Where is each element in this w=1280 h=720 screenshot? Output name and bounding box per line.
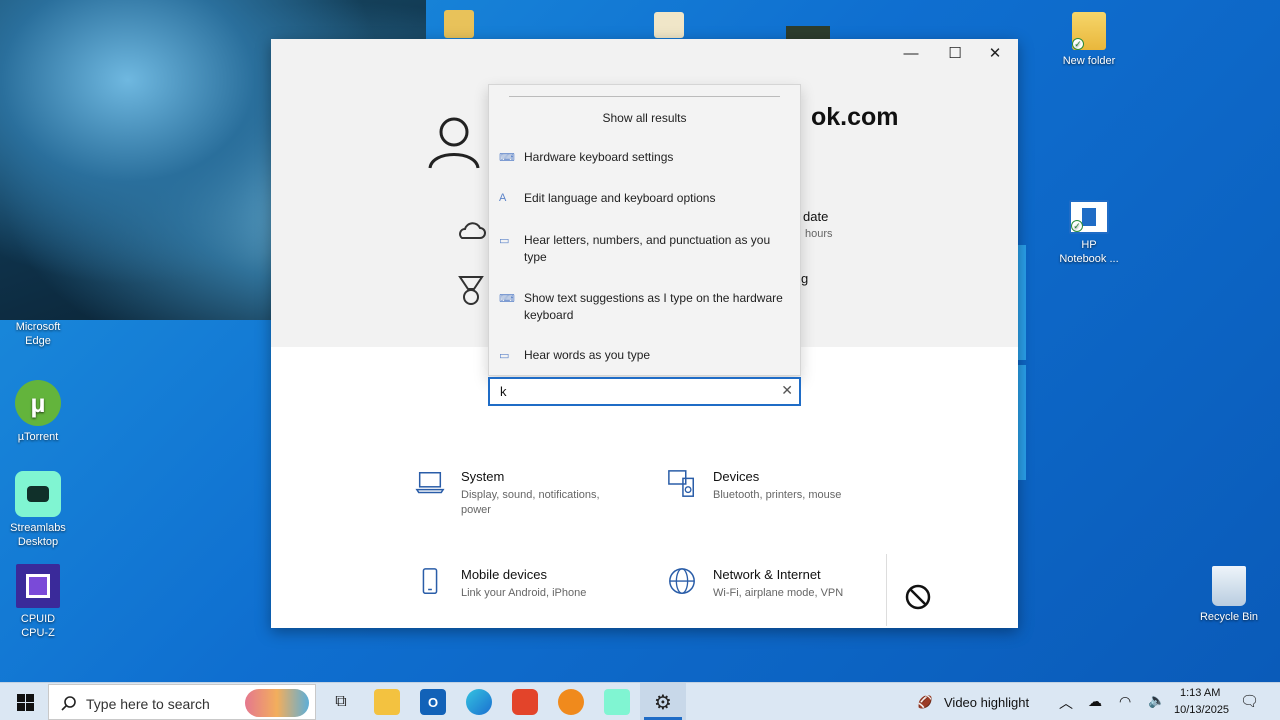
onedrive-tray-icon[interactable]: ☁ [1088, 693, 1102, 710]
folder-icon: ✓ [1072, 12, 1106, 50]
desktop-icon-label: HP Notebook ... [1059, 239, 1119, 265]
show-all-results-link[interactable]: Show all results [489, 111, 800, 125]
partial-text: g [801, 271, 809, 286]
category-name: Network & Internet [713, 567, 821, 582]
desktop-icon-recycle-bin[interactable]: Recycle Bin [1191, 566, 1267, 624]
wifi-icon[interactable]: ◠ [1119, 693, 1131, 710]
keyboard-icon: ⌨ [499, 152, 515, 164]
narrator-icon: ▭ [499, 235, 510, 247]
desktop-icon-label: CPUID CPU-Z [20, 613, 56, 639]
utorrent-icon: µ [15, 380, 61, 426]
search-highlight-image [245, 689, 309, 717]
windows-start-icon[interactable] [17, 694, 34, 711]
keyboard-icon: ⌨ [499, 293, 515, 305]
search-result-text: Edit language and keyboard options [524, 191, 716, 205]
search-input-value: k [500, 384, 507, 399]
desktop-icon-label: New folder [1062, 55, 1116, 67]
window-edge-accent [1018, 245, 1026, 360]
search-result-item[interactable]: ⌨ Show text suggestions as I type on the… [497, 290, 792, 326]
category-desc: Link your Android, iPhone [461, 587, 587, 599]
search-result-text: Hear words as you type [524, 348, 651, 362]
desktop-icon-top-3[interactable] [786, 26, 830, 40]
onedrive-cloud-icon [459, 222, 486, 239]
document-icon: ✓ [1069, 200, 1109, 234]
search-result-item[interactable]: ▭ Hear words as you type [497, 347, 792, 367]
close-button[interactable]: ✕ [973, 43, 1017, 65]
nfl-icon: 🏈 [917, 695, 933, 709]
category-desc: Bluetooth, printers, mouse [713, 489, 842, 501]
category-desc: Wi-Fi, airplane mode, VPN [713, 587, 844, 599]
phone-icon [422, 568, 438, 594]
settings-search-input[interactable]: k ✕ [488, 377, 801, 406]
desktop-icon-label: Streamlabs Desktop [10, 522, 66, 548]
desktop-icon-top-2[interactable] [654, 12, 684, 38]
not-allowed-cursor-icon [905, 584, 931, 610]
account-title: ok.com [811, 103, 899, 131]
category-name: System [461, 469, 505, 484]
desktop-icon-hp-notebook[interactable]: ✓ HP Notebook ... [1051, 200, 1127, 266]
search-icon [61, 696, 76, 711]
taskbar-search-placeholder: Type here to search [86, 696, 210, 712]
user-avatar-icon [428, 117, 480, 169]
update-status-text: date [803, 209, 829, 224]
search-result-text: Hear letters, numbers, and punctuation a… [524, 233, 771, 264]
rewards-medal-icon [458, 276, 484, 305]
search-suggestions-dropdown: Show all results ⌨ Hardware keyboard set… [488, 84, 801, 376]
divider [886, 554, 887, 626]
search-result-item[interactable]: ▭ Hear letters, numbers, and punctuation… [497, 232, 792, 268]
search-result-text: Hardware keyboard settings [524, 150, 674, 164]
sync-check-icon: ✓ [1071, 220, 1083, 232]
desktop-icon-edge[interactable]: Microsoft Edge [0, 320, 76, 348]
search-result-item[interactable]: ⌨ Hardware keyboard settings [497, 149, 792, 169]
category-name: Mobile devices [461, 567, 547, 582]
update-hours-text: hours [805, 228, 833, 240]
desktop-icon-label: µTorrent [17, 431, 59, 443]
desktop-icon-cpuz[interactable]: CPUID CPU-Z [0, 564, 76, 640]
sync-check-icon: ✓ [1072, 38, 1084, 50]
settings-gear-icon[interactable]: ⚙ [650, 689, 676, 715]
globe-icon [669, 568, 695, 594]
search-result-text: Show text suggestions as I type on the h… [524, 291, 783, 322]
outlook-icon[interactable]: O [420, 689, 446, 715]
desktop-icon-new-folder[interactable]: ✓ New folder [1051, 12, 1127, 68]
task-view-icon[interactable]: ⧉ [328, 689, 354, 715]
cpuz-icon [16, 564, 60, 608]
desktop-icon-label: Microsoft Edge [15, 321, 61, 347]
window-edge-accent [1018, 365, 1026, 480]
taskbar: Type here to search ⧉ O ⚙ 🏈 Video highli… [0, 682, 1280, 720]
desktop-icon-streamlabs[interactable]: Streamlabs Desktop [0, 471, 76, 549]
fl-studio-icon[interactable] [558, 689, 584, 715]
minimize-button[interactable]: — [889, 43, 933, 65]
brave-browser-icon[interactable] [512, 689, 538, 715]
chevron-up-icon[interactable]: ︿ [1059, 693, 1073, 713]
clear-search-icon[interactable]: ✕ [781, 382, 793, 399]
desktop-icon-top-1[interactable] [444, 10, 474, 38]
volume-icon[interactable]: 🔈 [1148, 692, 1165, 709]
streamlabs-taskbar-icon[interactable] [604, 689, 630, 715]
recycle-bin-icon [1212, 566, 1246, 606]
divider [509, 96, 780, 97]
search-result-item[interactable]: A Edit language and keyboard options [497, 190, 792, 210]
clock-date[interactable]: 10/13/2025 [1174, 704, 1229, 716]
notification-icon[interactable]: 🗨 [1240, 692, 1259, 710]
desktop-icon-label: Recycle Bin [1199, 611, 1259, 623]
category-name: Devices [713, 469, 760, 484]
keyboard-speaker-icon [668, 470, 694, 497]
maximize-button[interactable]: ☐ [933, 43, 977, 65]
language-icon: A [499, 192, 507, 204]
clock-time[interactable]: 1:13 AM [1180, 687, 1220, 699]
edge-browser-icon[interactable] [466, 689, 492, 715]
desktop-icon-utorrent[interactable]: µ µTorrent [0, 380, 76, 444]
video-highlight-label[interactable]: Video highlight [944, 695, 1029, 710]
narrator-icon: ▭ [499, 350, 510, 362]
category-desc: Display, sound, notifications, power [461, 489, 600, 516]
taskbar-search-box[interactable]: Type here to search [48, 684, 316, 720]
streamlabs-icon [15, 471, 61, 517]
file-explorer-icon[interactable] [374, 689, 400, 715]
laptop-icon [415, 472, 445, 494]
